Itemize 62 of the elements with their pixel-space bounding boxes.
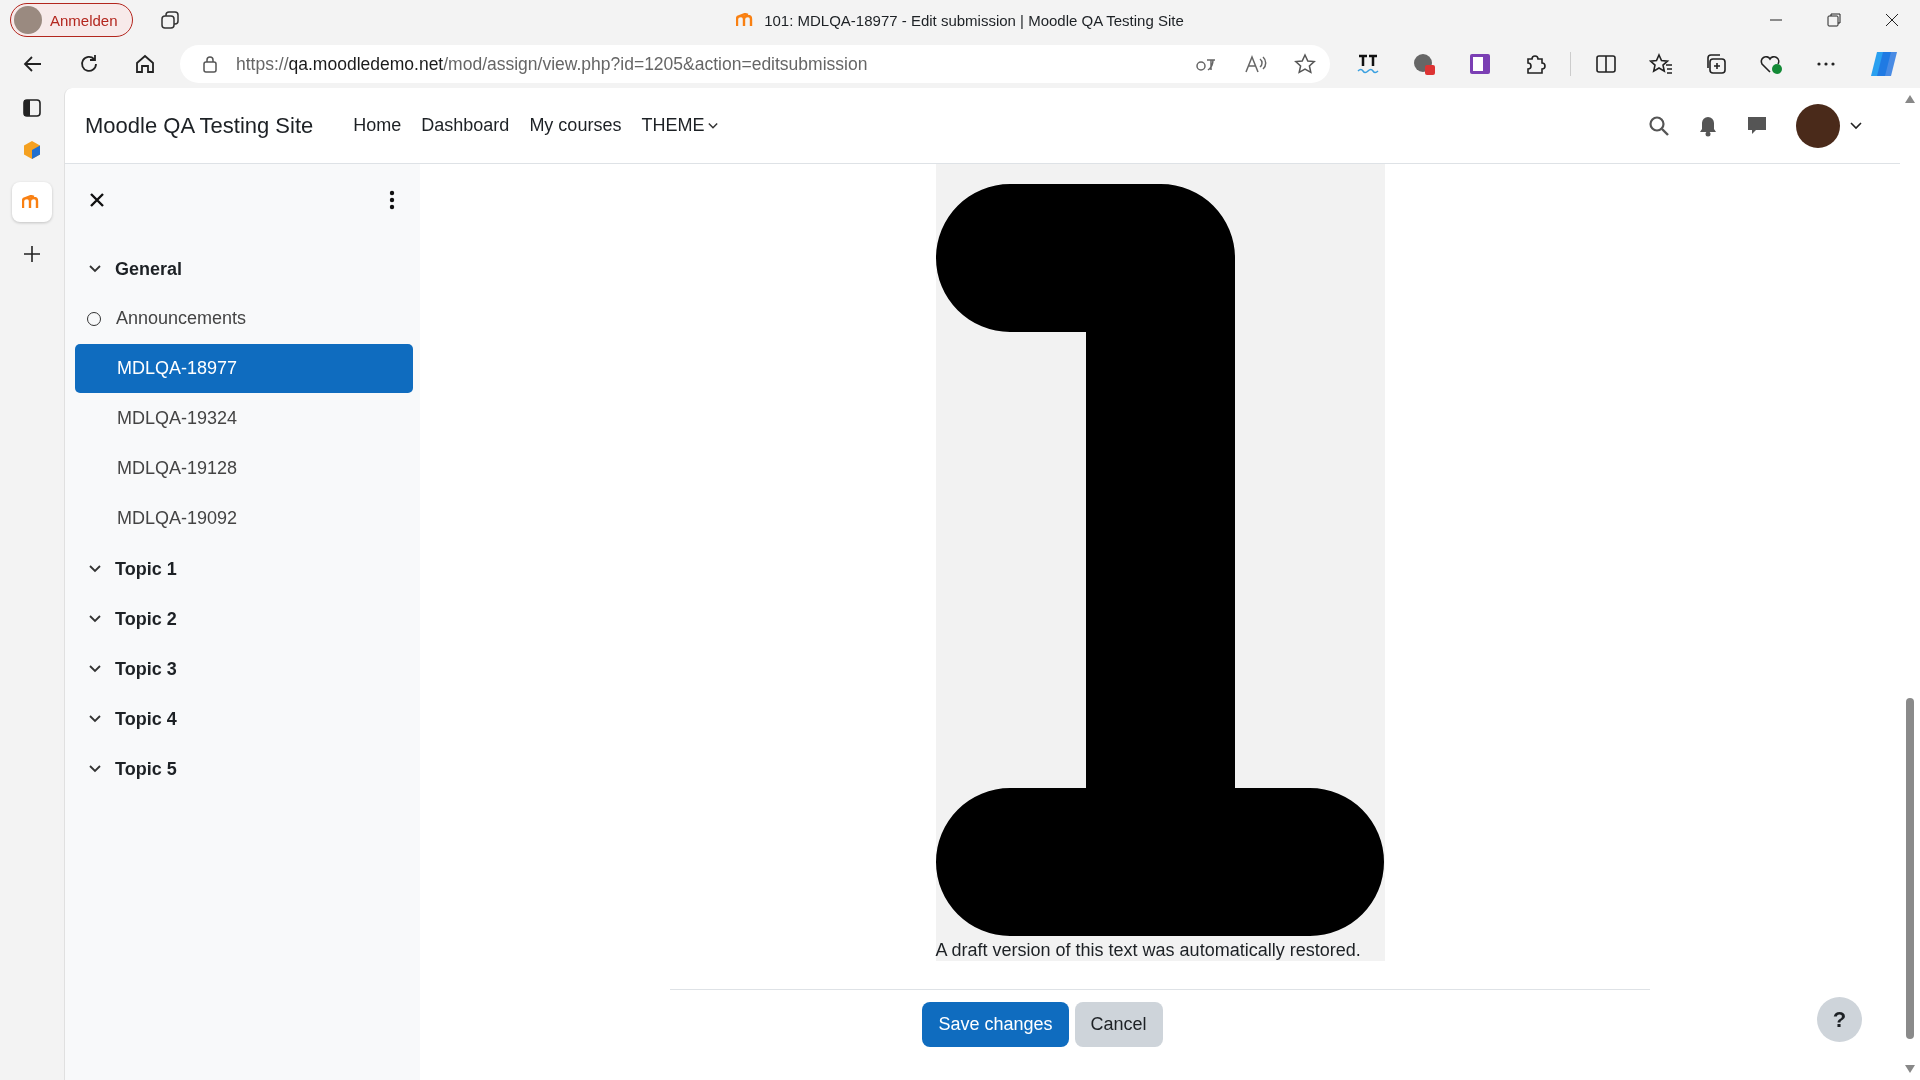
notebook-icon[interactable]	[1468, 52, 1492, 76]
scroll-down-arrow-icon[interactable]	[1904, 1064, 1916, 1074]
lock-icon	[202, 55, 218, 73]
scroll-up-arrow-icon[interactable]	[1904, 94, 1916, 104]
chevron-down-icon[interactable]	[89, 763, 101, 775]
section-link[interactable]: General	[115, 258, 183, 280]
chevron-down-icon[interactable]	[89, 713, 101, 725]
heart-check-icon[interactable]	[1759, 53, 1783, 75]
dropdown-menu[interactable]: THEME	[641, 115, 719, 136]
search-icon[interactable]	[1648, 114, 1670, 137]
read-aloud-icon[interactable]	[1244, 54, 1268, 74]
nav-link[interactable]: Dashboard	[421, 115, 510, 136]
chevron-down-icon[interactable]	[89, 563, 101, 575]
extension-icon[interactable]	[1356, 53, 1380, 75]
section-link[interactable]: Topic 5	[115, 758, 177, 780]
user-avatar[interactable]	[1796, 103, 1840, 148]
scrollbar[interactable]	[1900, 88, 1920, 1080]
kebab-menu-icon[interactable]	[389, 190, 395, 210]
chevron-down-icon[interactable]	[89, 613, 101, 625]
nav-link[interactable]: My courses	[529, 115, 622, 136]
restore-icon[interactable]	[1826, 12, 1842, 28]
site-name[interactable]: Moodle QA Testing Site	[85, 112, 314, 139]
refresh-icon[interactable]	[78, 53, 100, 75]
profile-button[interactable]: Anmelden	[10, 3, 133, 37]
star-icon[interactable]	[1294, 53, 1316, 75]
tabs-icon[interactable]	[158, 9, 181, 31]
activity-link[interactable]: MDLQA-19128	[75, 444, 413, 493]
address-bar[interactable]: https://qa.moodledemo.net/mod/assign/view.php?id=1205&action=editsubmission	[180, 45, 1330, 83]
close-icon[interactable]	[89, 192, 105, 208]
nav-link[interactable]: Home	[353, 115, 402, 136]
favorites-icon[interactable]	[1649, 53, 1673, 75]
chevron-down-icon[interactable]	[89, 263, 101, 275]
avatar-icon	[14, 6, 42, 34]
activity-link[interactable]: MDLQA-18977	[75, 344, 413, 393]
restored-draft-message: A draft version of this text was automatically restored.	[935, 940, 1361, 961]
section-link[interactable]: Topic 3	[115, 658, 177, 680]
sidebar-icon[interactable]	[22, 98, 42, 118]
section-link[interactable]: Topic 2	[115, 608, 177, 630]
plus-icon[interactable]	[22, 244, 42, 264]
section-link[interactable]: Topic 4	[115, 708, 177, 730]
section-link[interactable]: Topic 1	[115, 558, 177, 580]
activity-link[interactable]: Announcements	[75, 294, 413, 343]
bell-icon[interactable]	[1698, 114, 1718, 137]
home-icon[interactable]	[134, 53, 156, 75]
tab-icon[interactable]	[12, 182, 52, 222]
caret-icon[interactable]	[708, 120, 719, 131]
activity-link[interactable]: MDLQA-19324	[75, 394, 413, 443]
url-text: https://qa.moodledemo.net/mod/assign/view.php?id=1205&action=editsubmission	[236, 53, 869, 75]
chevron-down-icon[interactable]	[89, 663, 101, 675]
scrollbar-thumb[interactable]	[1906, 697, 1914, 1040]
caret-icon[interactable]	[1850, 121, 1862, 130]
help-button[interactable]: ?	[1817, 997, 1862, 1042]
puzzle-icon[interactable]	[1524, 53, 1546, 75]
close-icon[interactable]	[1884, 12, 1900, 28]
window-title: 101: MDLQA-18977 - Edit submission | Moodle QA Testing Site	[764, 11, 1184, 29]
split-screen-icon[interactable]	[1595, 53, 1617, 75]
collections-icon[interactable]	[1705, 53, 1727, 75]
save-button[interactable]: Save changes	[922, 1002, 1069, 1047]
activity-link[interactable]: MDLQA-19092	[75, 494, 413, 543]
chat-icon[interactable]	[1746, 114, 1768, 137]
cube-icon[interactable]	[22, 140, 42, 160]
cancel-button[interactable]: Cancel	[1074, 1002, 1163, 1047]
